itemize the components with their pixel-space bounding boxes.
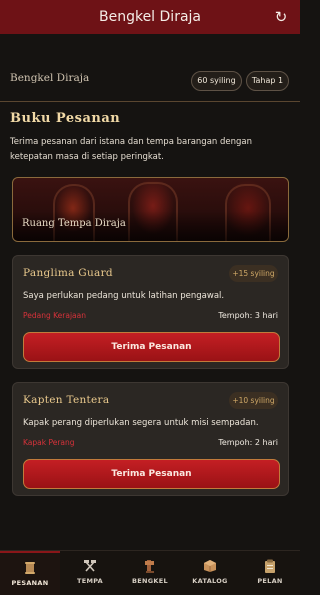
- box-icon: [200, 559, 220, 573]
- nav-label: PESANAN: [11, 579, 49, 587]
- order-item-name: Kapak Perang: [23, 438, 75, 447]
- nav-item-pelan[interactable]: PELAN: [240, 551, 300, 595]
- nav-item-tempa[interactable]: TEMPA: [60, 551, 120, 595]
- page-title: Buku Pesanan: [10, 111, 121, 126]
- workshop-title: Bengkel Diraja: [10, 72, 90, 84]
- bottom-nav: PESANAN TEMPA BENGKEL KATALOG PELAN: [0, 550, 300, 595]
- stage-badge: Tahap 1: [246, 71, 289, 91]
- order-deadline: Tempoh: 3 hari: [218, 311, 278, 320]
- accept-order-button[interactable]: Terima Pesanan: [23, 332, 280, 362]
- forge-room-banner[interactable]: Ruang Tempa Diraja: [12, 177, 289, 242]
- nav-label: BENGKEL: [132, 577, 168, 585]
- clipboard-icon: [260, 559, 280, 573]
- order-item-name: Pedang Kerajaan: [23, 311, 86, 320]
- nav-label: TEMPA: [76, 577, 104, 585]
- nav-item-bengkel[interactable]: BENGKEL: [120, 551, 180, 595]
- order-client-name: Panglima Guard: [23, 267, 113, 279]
- accept-order-button[interactable]: Terima Pesanan: [23, 459, 280, 489]
- app-title: Bengkel Diraja: [98, 9, 201, 25]
- banner-label: Ruang Tempa Diraja: [22, 218, 126, 229]
- crossed-hammers-icon: [80, 559, 100, 573]
- order-card: Kapten Tentera +10 syiling Kapak perang …: [12, 382, 289, 496]
- anvil-icon: [140, 559, 160, 573]
- order-card: Panglima Guard +15 syiling Saya perlukan…: [12, 255, 289, 369]
- nav-item-katalog[interactable]: KATALOG: [180, 551, 240, 595]
- order-deadline: Tempoh: 2 hari: [218, 438, 278, 447]
- coins-badge: 60 syiling: [191, 71, 242, 91]
- scroll-icon: [20, 561, 40, 575]
- reward-badge: +10 syiling: [229, 392, 278, 409]
- reward-badge: +15 syiling: [229, 265, 278, 282]
- nav-label: KATALOG: [192, 577, 228, 585]
- page-description: Terima pesanan dari istana dan tempa bar…: [10, 137, 252, 162]
- app-bar: Bengkel Diraja ↻: [0, 0, 300, 34]
- refresh-icon[interactable]: ↻: [272, 8, 290, 26]
- order-request-text: Kapak perang diperlukan segera untuk mis…: [23, 418, 259, 428]
- nav-item-pesanan[interactable]: PESANAN: [0, 551, 60, 595]
- workshop-header: Bengkel Diraja 60 syiling Tahap 1: [0, 60, 300, 102]
- order-client-name: Kapten Tentera: [23, 394, 110, 406]
- order-request-text: Saya perlukan pedang untuk latihan penga…: [23, 291, 225, 301]
- nav-label: PELAN: [257, 577, 283, 585]
